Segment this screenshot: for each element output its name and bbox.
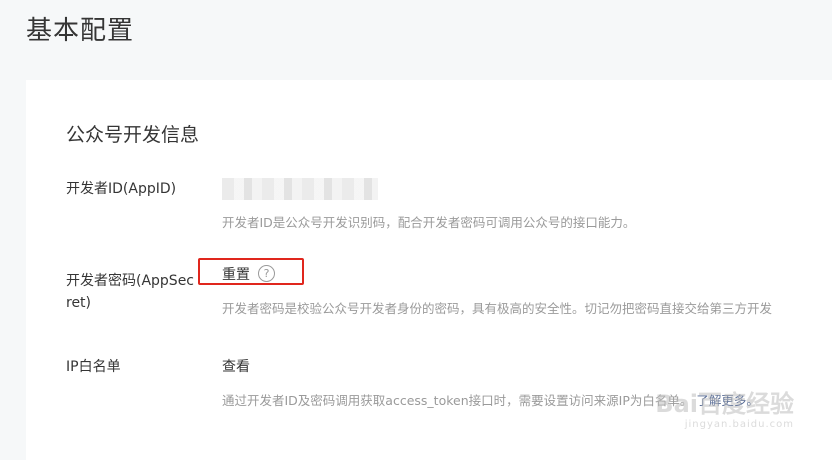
section-title: 公众号开发信息 — [66, 124, 200, 146]
reset-highlight-box — [198, 258, 304, 285]
watermark-subtext: jingyan.baidu.com — [684, 419, 794, 430]
appsecret-label-line2: ret) — [66, 295, 92, 311]
view-button[interactable]: 查看 — [222, 356, 250, 376]
watermark-text: Bai百度经验 — [655, 390, 794, 418]
appsecret-label: 开发者密码(AppSec ret) — [66, 270, 206, 314]
appid-value-masked — [222, 178, 378, 200]
ip-whitelist-description-text: 通过开发者ID及密码调用获取access_token接口时，需要设置访问来源IP… — [222, 393, 693, 408]
appid-description: 开发者ID是公众号开发识别码，配合开发者密码可调用公众号的接口能力。 — [222, 215, 636, 230]
question-circle-icon[interactable]: ? — [258, 265, 275, 282]
appid-label: 开发者ID(AppID) — [66, 181, 177, 197]
page-title: 基本配置 — [26, 16, 135, 46]
ip-whitelist-label: IP白名单 — [66, 359, 121, 375]
reset-button[interactable]: 重置 — [222, 264, 250, 284]
baidu-watermark: Bai百度经验 jingyan.baidu.com — [655, 384, 794, 430]
appsecret-description: 开发者密码是校验公众号开发者身份的密码，具有极高的安全性。切记勿把密码直接交给第… — [222, 301, 773, 316]
appsecret-label-line1: 开发者密码(AppSec — [66, 273, 195, 289]
